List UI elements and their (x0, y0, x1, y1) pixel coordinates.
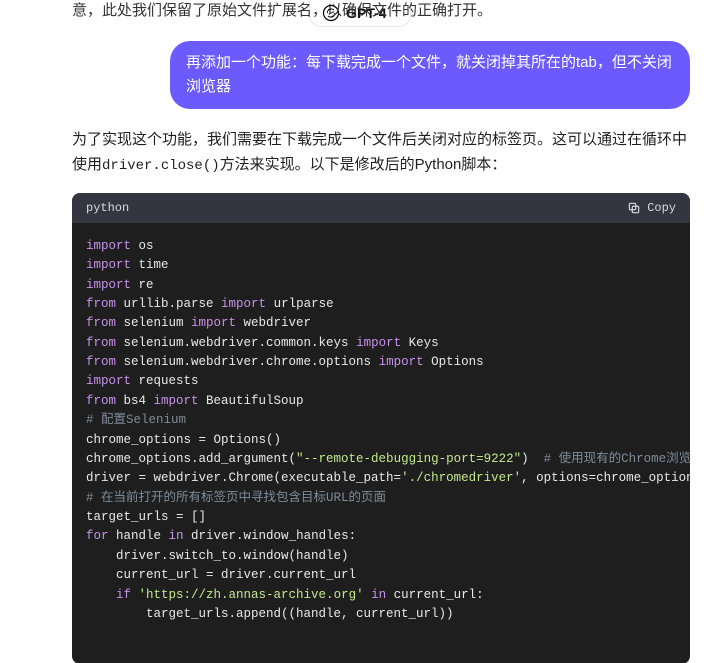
assistant-intro-text: 为了实现这个功能，我们需要在下载完成一个文件后关闭对应的标签页。这可以通过在循环… (72, 127, 690, 179)
copy-button[interactable]: Copy (627, 201, 676, 215)
code-block: python Copy import osimport timeimport r… (72, 193, 690, 663)
user-message: 再添加一个功能：每下载完成一个文件，就关闭掉其所在的tab，但不关闭浏览器 (170, 41, 690, 109)
copy-icon (627, 201, 641, 215)
assistant-message: 为了实现这个功能，我们需要在下载完成一个文件后关闭对应的标签页。这可以通过在循环… (72, 127, 690, 663)
assistant-message-tail: 意，此处我们保留了原始文件扩展名，以确保文件的正确打开。 (72, 0, 690, 23)
assistant-text-fragment: 意，此处我们保留了原始文件扩展名，以确保文件的正确打开。 (72, 2, 492, 19)
assistant-intro-suffix: 方法来实现。以下是修改后的Python脚本： (220, 156, 507, 173)
user-message-text: 再添加一个功能：每下载完成一个文件，就关闭掉其所在的tab，但不关闭浏览器 (186, 54, 672, 95)
code-header: python Copy (72, 193, 690, 223)
assistant-intro-code: driver.close() (102, 158, 220, 174)
copy-label: Copy (647, 201, 676, 215)
code-lang-label: python (86, 201, 129, 215)
conversation-stream: 意，此处我们保留了原始文件扩展名，以确保文件的正确打开。 再添加一个功能：每下载… (0, 0, 720, 610)
code-body[interactable]: import osimport timeimport refrom urllib… (72, 223, 690, 663)
